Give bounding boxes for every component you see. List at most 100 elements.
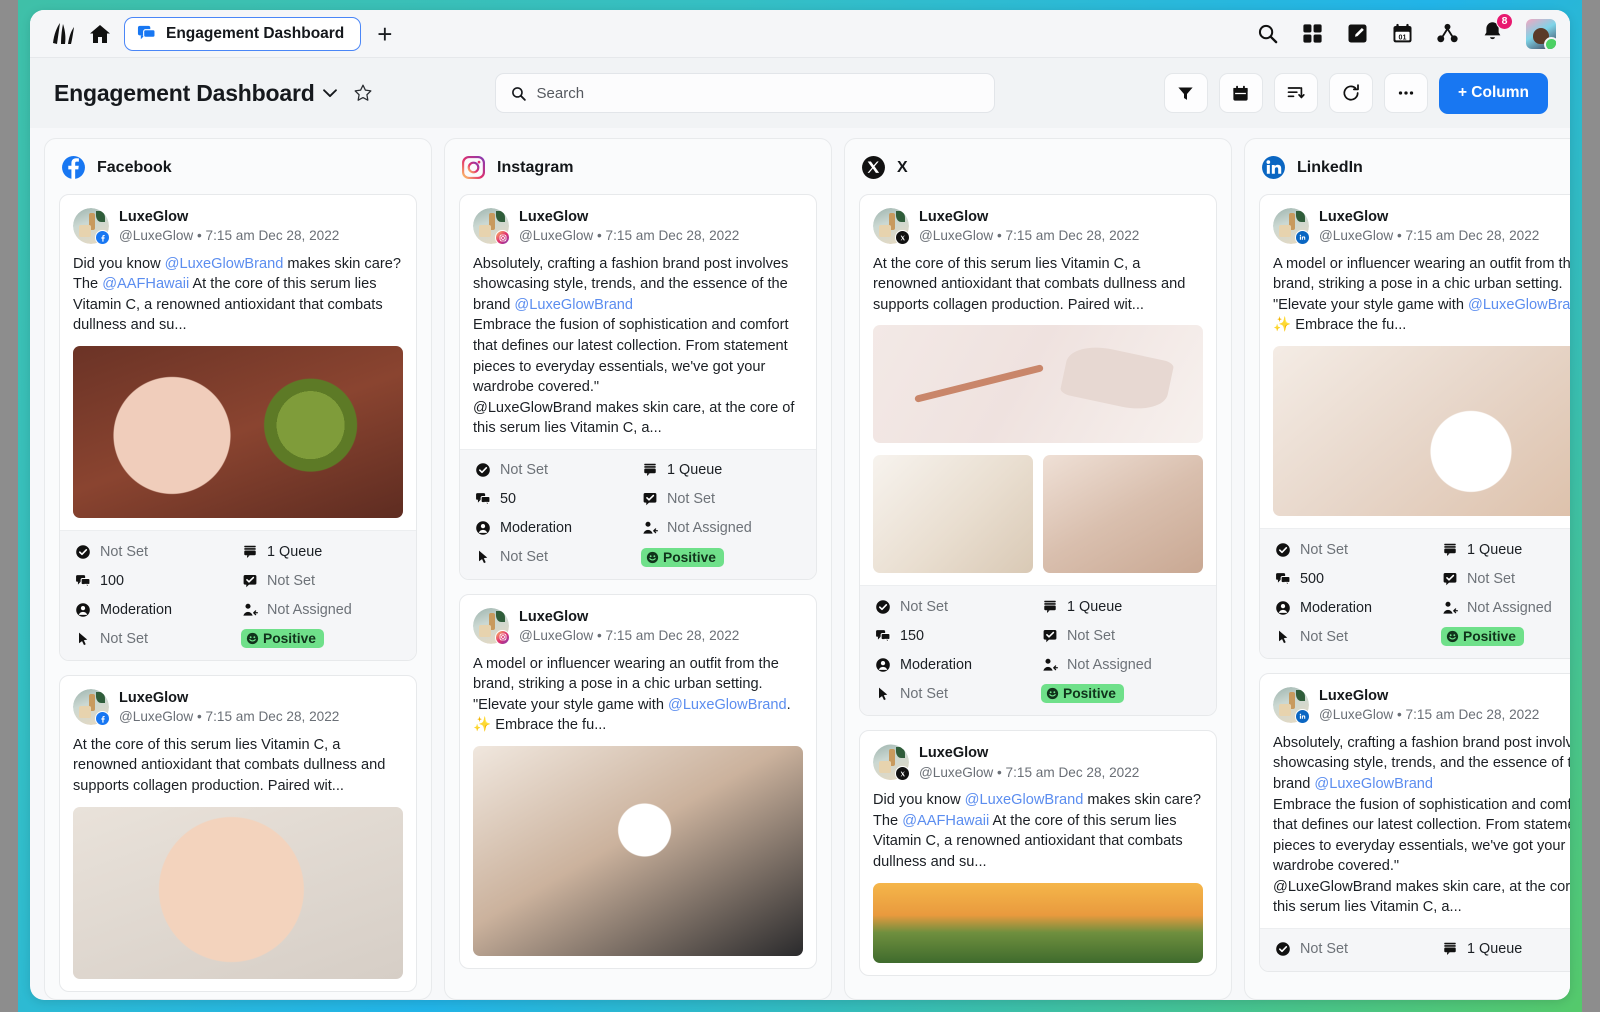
compose-edit-icon[interactable] [1346, 22, 1369, 45]
meta-sentiment[interactable]: Positive [241, 629, 402, 649]
mention-link[interactable]: @LuxeGlowBrand [514, 297, 633, 313]
filter-button[interactable] [1163, 73, 1208, 113]
mention-link[interactable]: @LuxeGlowBrand [1314, 776, 1433, 792]
meta-comments[interactable]: 50 [474, 490, 635, 509]
meta-sentiment[interactable]: Positive [1441, 627, 1570, 647]
post-media-image[interactable] [873, 882, 1203, 963]
column-title: X [897, 158, 908, 176]
meta-queue[interactable]: 1 Queue [241, 542, 402, 561]
dashboard-toolbar: Engagement Dashboard Search + Column [30, 58, 1570, 128]
meta-task[interactable]: Not Set [1041, 626, 1202, 645]
post-card[interactable]: LuxeGlow @LuxeGlow • 7:15 am Dec 28, 2022… [859, 194, 1217, 717]
column-facebook[interactable]: Facebook LuxeGlow @LuxeGlow • 7:15 am Dec … [44, 138, 432, 1000]
search-input[interactable]: Search [494, 73, 995, 113]
post-card-body: LuxeGlow @LuxeGlow • 7:15 am Dec 28, 2022… [860, 731, 1216, 963]
avatar[interactable] [1273, 687, 1310, 725]
post-card[interactable]: LuxeGlow @LuxeGlow • 7:15 am Dec 28, 2022… [459, 593, 817, 969]
post-media-image[interactable] [473, 745, 803, 956]
more-options-button[interactable] [1383, 73, 1428, 113]
avatar[interactable] [473, 607, 510, 645]
mention-link[interactable]: @LuxeGlowBrand [965, 792, 1084, 808]
post-media-image[interactable] [1273, 346, 1570, 517]
mention-link[interactable]: @LuxeGlowBrand [668, 697, 787, 713]
meta-status[interactable]: Not Set [874, 597, 1035, 616]
checkbox-bubble-icon [643, 493, 656, 506]
post-media-image[interactable] [1043, 455, 1203, 574]
meta-comments[interactable]: 150 [874, 626, 1035, 645]
meta-pointer[interactable]: Not Set [874, 684, 1035, 703]
avatar[interactable] [73, 689, 110, 727]
meta-assignee[interactable]: Not Assigned [1441, 598, 1570, 617]
meta-pointer[interactable]: Not Set [474, 548, 635, 567]
post-card[interactable]: LuxeGlow @LuxeGlow • 7:15 am Dec 28, 2022… [859, 730, 1217, 976]
column-x[interactable]: X LuxeGlow @LuxeGlow • 7:15 am Dec 28, 202… [844, 138, 1232, 1000]
avatar[interactable] [473, 208, 510, 245]
meta-sentiment[interactable]: Positive [1041, 684, 1202, 704]
meta-moderation[interactable]: Moderation [1274, 598, 1435, 617]
meta-pointer[interactable]: Not Set [1274, 627, 1435, 646]
app-logo[interactable] [48, 21, 76, 47]
meta-status[interactable]: Not Set [1274, 940, 1435, 959]
column-instagram[interactable]: Instagram LuxeGlow @LuxeGlow • 7:15 am Dec… [444, 138, 832, 1000]
post-card[interactable]: LuxeGlow @LuxeGlow • 7:15 am Dec 28, 2022… [59, 194, 417, 662]
new-tab-button[interactable]: + [373, 21, 396, 47]
calendar-button[interactable] [1218, 73, 1263, 113]
user-avatar[interactable] [1526, 18, 1556, 49]
sort-button[interactable] [1273, 73, 1318, 113]
avatar[interactable] [1273, 208, 1310, 245]
meta-comments[interactable]: 500 [1274, 569, 1435, 588]
meta-queue[interactable]: 1 Queue [1041, 597, 1202, 616]
meta-moderation-value: Moderation [1300, 599, 1372, 616]
refresh-button[interactable] [1328, 73, 1373, 113]
meta-moderation[interactable]: Moderation [74, 600, 235, 619]
avatar[interactable] [873, 208, 910, 245]
meta-task[interactable]: Not Set [241, 571, 402, 590]
avatar[interactable] [873, 744, 910, 782]
post-card[interactable]: LuxeGlow @LuxeGlow • 7:15 am Dec 28, 2022… [1259, 673, 1570, 972]
calendar-icon[interactable]: 01 [1391, 22, 1414, 45]
meta-task[interactable]: Not Set [1441, 569, 1570, 588]
chevron-down-icon[interactable] [319, 82, 341, 104]
add-column-button[interactable]: + Column [1438, 72, 1548, 114]
grid-apps-icon[interactable] [1301, 22, 1324, 45]
meta-sentiment[interactable]: Positive [641, 547, 802, 567]
columns-board[interactable]: Facebook LuxeGlow @LuxeGlow • 7:15 am Dec … [30, 128, 1570, 1000]
ellipsis-icon [1398, 91, 1414, 95]
meta-pointer[interactable]: Not Set [74, 629, 235, 648]
star-outline-icon[interactable] [353, 83, 373, 103]
meta-assignee[interactable]: Not Assigned [241, 600, 402, 619]
mention-link[interactable]: @AAFHawaii [902, 813, 989, 829]
post-card[interactable]: LuxeGlow @LuxeGlow • 7:15 am Dec 28, 2022… [1259, 194, 1570, 660]
post-text-run: Embrace the fusion of sophistication and… [473, 317, 795, 437]
avatar[interactable] [73, 208, 110, 245]
mention-link[interactable]: @LuxeGlowBrand [165, 256, 284, 272]
post-card[interactable]: LuxeGlow @LuxeGlow • 7:15 am Dec 28, 2022… [59, 675, 417, 992]
meta-moderation[interactable]: Moderation [474, 519, 635, 538]
meta-task[interactable]: Not Set [641, 490, 802, 509]
meta-status[interactable]: Not Set [74, 542, 235, 561]
mention-link[interactable]: @AAFHawaii [102, 276, 189, 292]
meta-queue[interactable]: 1 Queue [1441, 540, 1570, 559]
network-share-icon[interactable] [1436, 22, 1459, 45]
mention-link[interactable]: @LuxeGlowBrand [1468, 297, 1570, 313]
post-card[interactable]: LuxeGlow @LuxeGlow • 7:15 am Dec 28, 2022… [459, 194, 817, 580]
meta-queue[interactable]: 1 Queue [1441, 940, 1570, 959]
tab-engagement-dashboard[interactable]: Engagement Dashboard [124, 16, 362, 51]
post-media-image[interactable] [73, 806, 403, 979]
post-media-image[interactable] [873, 325, 1203, 444]
meta-status[interactable]: Not Set [1274, 540, 1435, 559]
meta-assignee[interactable]: Not Assigned [641, 519, 802, 538]
meta-queue-value: 1 Queue [1467, 941, 1523, 958]
post-media-image[interactable] [73, 346, 403, 519]
meta-assignee[interactable]: Not Assigned [1041, 655, 1202, 674]
home-icon[interactable] [88, 22, 112, 46]
meta-queue[interactable]: 1 Queue [641, 461, 802, 480]
meta-moderation[interactable]: Moderation [874, 655, 1035, 674]
meta-assignee-value: Not Assigned [1067, 656, 1152, 673]
column-linkedin[interactable]: LinkedIn LuxeGlow @LuxeGlow • 7:15 am Dec … [1244, 138, 1570, 1000]
post-media-image[interactable] [873, 455, 1033, 574]
bell-notifications-icon[interactable]: 8 [1481, 12, 1513, 48]
meta-comments[interactable]: 100 [74, 571, 235, 590]
meta-status[interactable]: Not Set [474, 461, 635, 480]
search-icon[interactable] [1256, 22, 1279, 45]
